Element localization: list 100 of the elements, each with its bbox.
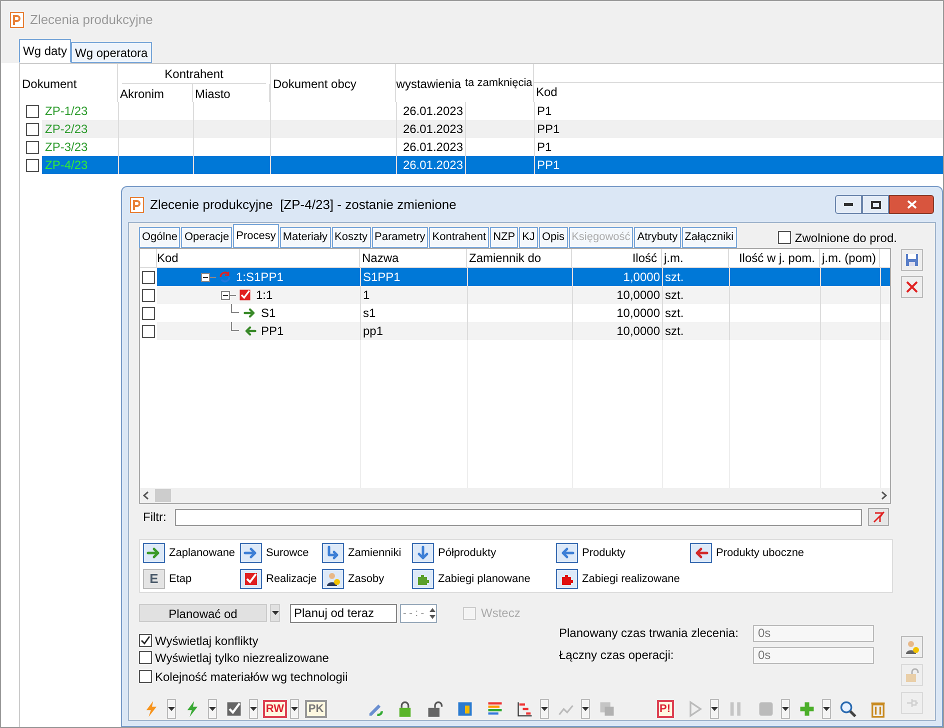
- tree-row[interactable]: 1:S1PP1 S1PP1 1,0000 szt.: [140, 268, 890, 286]
- checkbox[interactable]: [139, 651, 152, 664]
- checkbox[interactable]: [142, 306, 155, 320]
- table-cell: szt.: [662, 286, 729, 304]
- caret-icon: [582, 707, 588, 711]
- dropdown-button[interactable]: [540, 699, 548, 719]
- filter-field[interactable]: [175, 508, 862, 526]
- table-cell: [157, 268, 195, 286]
- tab[interactable]: KJ: [519, 227, 538, 248]
- duration-field[interactable]: 0s: [753, 646, 874, 664]
- tab[interactable]: Operacje: [181, 227, 232, 248]
- checkbox[interactable]: [26, 158, 39, 172]
- column-header[interactable]: Ilość w j. pom.: [729, 249, 820, 267]
- collapse-icon[interactable]: [221, 290, 236, 300]
- table-cell: 1,0000: [572, 268, 662, 286]
- tab[interactable]: Atrybuty: [634, 227, 681, 248]
- table-row[interactable]: ZP-2/23 26.01.2023 PP1: [20, 120, 943, 138]
- maximize-button[interactable]: [862, 195, 889, 214]
- checkbox[interactable]: [778, 231, 791, 244]
- table-cell: [157, 286, 195, 304]
- checkbox-label: Wyświetlaj tylko niezrealizowane: [155, 650, 329, 666]
- checkbox[interactable]: [142, 270, 155, 284]
- tab[interactable]: Parametry: [372, 227, 428, 248]
- column-header[interactable]: Kod: [157, 249, 360, 267]
- maximize-icon: [870, 200, 880, 208]
- column-header[interactable]: Nazwa: [360, 249, 467, 267]
- column-header[interactable]: Ilość: [572, 249, 662, 267]
- plan-from-button[interactable]: Planować od: [139, 604, 267, 622]
- tab[interactable]: Kontrahent: [429, 227, 490, 248]
- dropdown-button[interactable]: [290, 699, 299, 719]
- tab[interactable]: Wg operatora: [71, 42, 152, 63]
- plus-icon: [798, 700, 816, 718]
- legend-label: Zaplanowane: [169, 546, 236, 561]
- tab[interactable]: Opis: [538, 227, 568, 248]
- column-header: Kontrahent: [122, 64, 266, 84]
- side-button[interactable]: [901, 276, 923, 298]
- table-cell: 10,0000: [572, 322, 662, 340]
- table-cell: 26.01.2023: [396, 102, 465, 120]
- tab[interactable]: Wg daty: [19, 39, 72, 63]
- toolbar-button[interactable]: P!: [652, 698, 678, 720]
- stop-icon: [757, 700, 775, 718]
- table-row[interactable]: ZP-1/23 26.01.2023 P1: [20, 102, 943, 120]
- legend-label: Surowce: [266, 546, 309, 561]
- windows-icon: [598, 700, 616, 718]
- caret-icon: [250, 707, 257, 711]
- close-button[interactable]: [889, 195, 934, 214]
- plan-mode-field[interactable]: Planuj od teraz: [290, 604, 397, 622]
- caret-icon: [291, 707, 298, 711]
- trash-icon: [869, 700, 887, 718]
- checkbox[interactable]: [139, 670, 152, 683]
- column-header[interactable]: Zamiennik do: [467, 249, 572, 267]
- filter-label: Filtr:: [142, 509, 168, 526]
- column-header[interactable]: wystawienia: [396, 64, 465, 103]
- tree-row[interactable]: PP1 pp1 10,0000 szt.: [140, 322, 890, 340]
- table-cell-text: ZP-1/23: [44, 103, 89, 120]
- legend-label: Półprodukty: [438, 546, 496, 561]
- side-button[interactable]: [901, 249, 923, 271]
- tab[interactable]: Załączniki: [682, 227, 737, 248]
- dropdown-button[interactable]: [167, 699, 176, 719]
- side-button[interactable]: [901, 636, 923, 658]
- column-header[interactable]: j.m.: [662, 249, 729, 267]
- tab[interactable]: Koszty: [332, 227, 371, 248]
- left-arrow-icon: [243, 324, 257, 338]
- checkbox[interactable]: [142, 324, 155, 338]
- table-row[interactable]: ZP-3/23 26.01.2023 P1: [20, 138, 943, 156]
- table-row[interactable]: ZP-4/23 26.01.2023 PP1: [20, 156, 943, 174]
- tab[interactable]: Ogólne: [139, 227, 180, 248]
- checkbox[interactable]: [142, 288, 155, 302]
- table-cell: [465, 156, 534, 174]
- dropdown-button[interactable]: [249, 699, 258, 719]
- clear-filter-button[interactable]: [868, 508, 889, 526]
- table-cell: szt.: [662, 322, 729, 340]
- tree-row[interactable]: S1 s1 10,0000 szt.: [140, 304, 890, 322]
- checkbox[interactable]: [26, 122, 39, 136]
- checkbox[interactable]: [26, 140, 39, 154]
- table-cell: 10,0000: [572, 304, 662, 322]
- tab[interactable]: Procesy: [233, 224, 279, 248]
- table-cell: szt.: [662, 268, 729, 286]
- minimize-button[interactable]: [835, 195, 862, 214]
- dropdown-button[interactable]: [208, 699, 217, 719]
- tab[interactable]: NZP: [490, 227, 518, 248]
- time-field[interactable]: - - : -: [400, 604, 437, 622]
- column-header[interactable]: j.m. (pom): [820, 249, 880, 267]
- checkbox-label: Wstecz: [481, 605, 520, 622]
- close-icon: [906, 200, 916, 209]
- checkbox-label: Zwolnione do prod.: [794, 230, 897, 246]
- legend-label: Produkty: [582, 546, 626, 561]
- dropdown-button[interactable]: [822, 699, 831, 719]
- scrollbar-thumb[interactable]: [155, 489, 171, 502]
- checkbox[interactable]: [139, 634, 152, 647]
- spinner-icon[interactable]: [429, 606, 436, 620]
- table-cell: 26.01.2023: [396, 156, 465, 174]
- tree-row[interactable]: 1:1 1 10,0000 szt.: [140, 286, 890, 304]
- horizontal-scrollbar[interactable]: [140, 488, 890, 503]
- duration-field[interactable]: 0s: [753, 624, 874, 642]
- tab[interactable]: Materiały: [280, 227, 330, 248]
- person-icon: [904, 639, 920, 655]
- checkbox[interactable]: [26, 104, 39, 118]
- dropdown-button[interactable]: [270, 604, 280, 622]
- collapse-icon[interactable]: [201, 272, 216, 282]
